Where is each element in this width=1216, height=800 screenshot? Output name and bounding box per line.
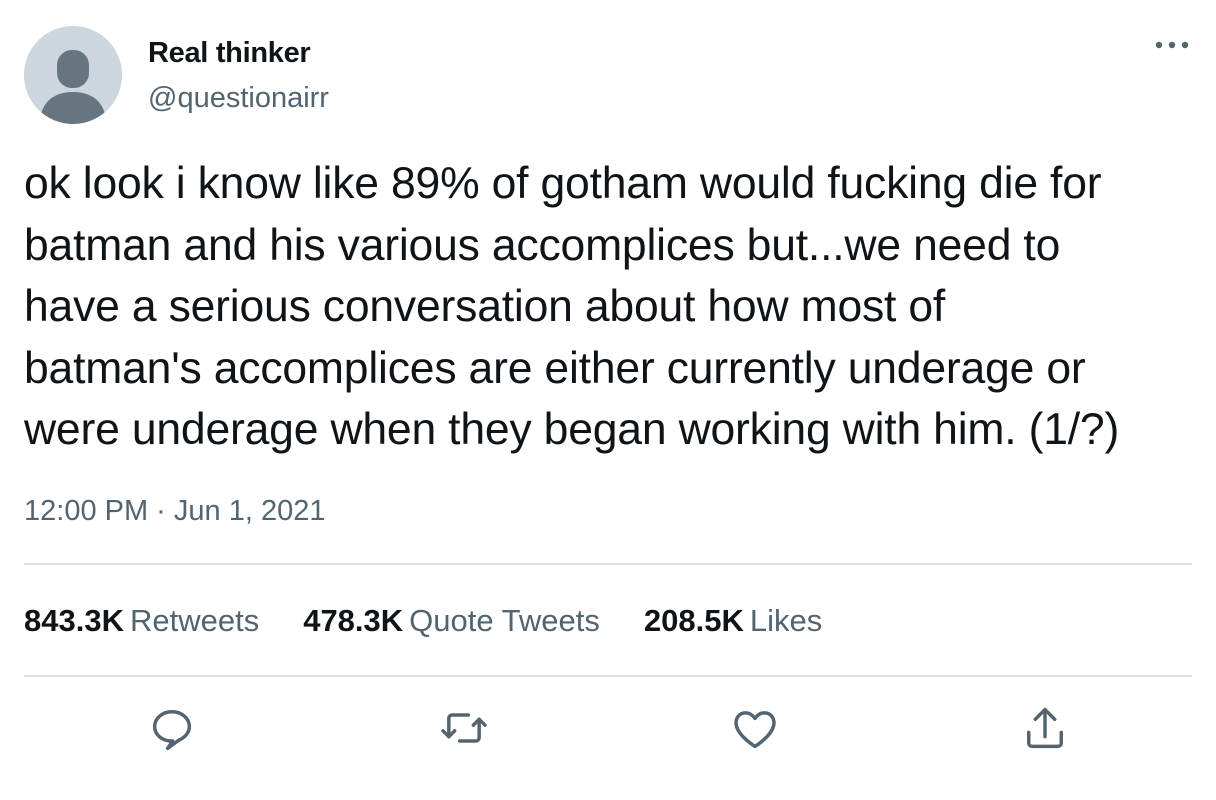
divider-top xyxy=(24,563,1192,565)
retweets-stat[interactable]: 843.3K Retweets xyxy=(24,603,259,639)
user-handle[interactable]: @questionairr xyxy=(148,82,329,115)
avatar[interactable] xyxy=(24,26,122,124)
retweet-icon xyxy=(441,713,487,743)
quote-tweets-label: Quote Tweets xyxy=(409,603,600,638)
share-button[interactable] xyxy=(1019,702,1071,754)
retweets-label: Retweets xyxy=(129,603,260,638)
likes-count: 208.5K xyxy=(643,603,744,638)
display-name[interactable]: Real thinker xyxy=(148,37,311,70)
likes-label: Likes xyxy=(749,603,823,638)
tweet-timestamp[interactable]: 12:00 PM · Jun 1, 2021 xyxy=(24,495,325,528)
divider-bottom xyxy=(24,675,1192,677)
share-icon xyxy=(1027,707,1063,749)
quote-tweets-count: 478.3K xyxy=(303,603,404,638)
retweet-button[interactable] xyxy=(438,702,490,754)
heart-icon xyxy=(734,711,776,749)
tweet-stats: 843.3K Retweets 478.3K Quote Tweets 208.5K Li… xyxy=(24,603,866,639)
likes-stat[interactable]: 208.5K Likes xyxy=(644,603,822,639)
reply-icon xyxy=(152,710,192,751)
reply-button[interactable] xyxy=(146,702,198,754)
default-avatar-icon xyxy=(24,26,122,124)
retweets-count: 843.3K xyxy=(24,603,124,638)
more-options-button[interactable] xyxy=(1150,30,1194,60)
quote-tweets-stat[interactable]: 478.3K Quote Tweets xyxy=(303,603,600,639)
more-options-icon xyxy=(1155,41,1189,49)
tweet-text: ok look i know like 89% of gotham would … xyxy=(24,159,1120,454)
like-button[interactable] xyxy=(729,702,781,754)
